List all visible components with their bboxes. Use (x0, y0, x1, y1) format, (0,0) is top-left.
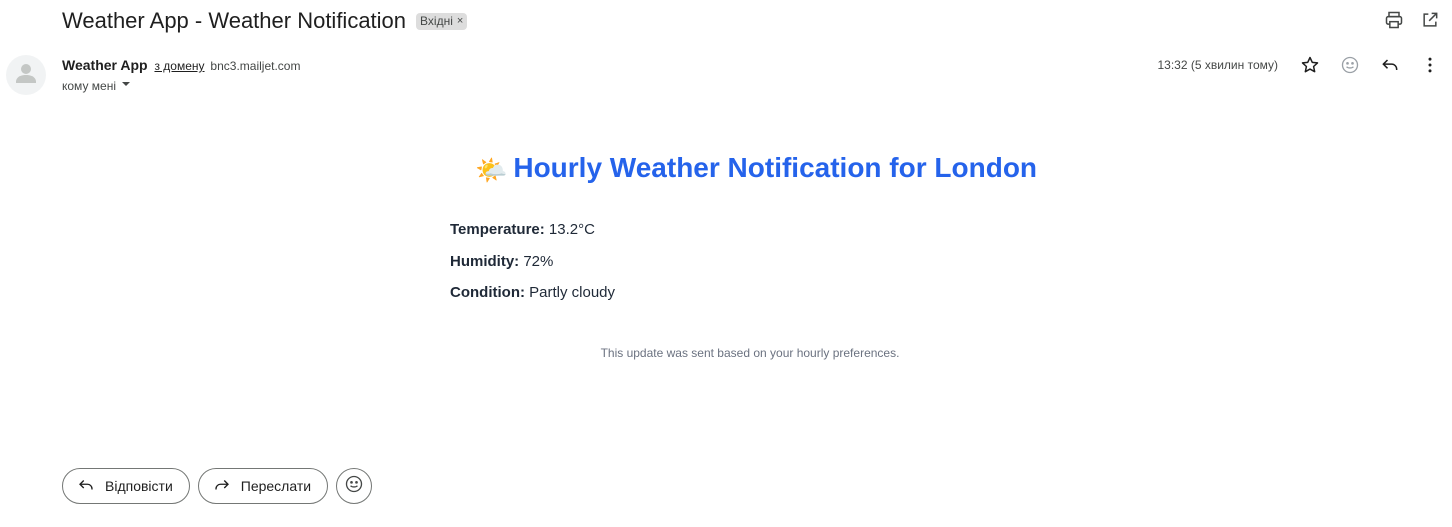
emoji-icon[interactable] (1340, 55, 1360, 75)
message-time: 13:32 (5 хвилин тому) (1157, 58, 1278, 72)
avatar[interactable] (6, 55, 46, 95)
condition-value: Partly cloudy (529, 284, 616, 301)
sender-line: Weather App з домену bnc3.mailjet.com (62, 57, 300, 73)
remove-label-icon[interactable]: × (457, 15, 463, 27)
sun-cloud-icon: 🌤️ (474, 155, 508, 185)
via-domain: bnc3.mailjet.com (210, 59, 301, 73)
humidity-value: 72% (523, 253, 554, 270)
top-actions (1384, 10, 1440, 30)
condition-label: Condition: (450, 284, 525, 301)
reply-icon[interactable] (1380, 55, 1400, 75)
temperature-row: Temperature: 13.2°C (450, 221, 595, 238)
forward-icon (213, 476, 231, 497)
condition-row: Condition: Partly cloudy (450, 284, 615, 301)
footer-note: This update was sent based on your hourl… (600, 346, 900, 360)
recipient-text: кому мені (62, 78, 116, 93)
more-vert-icon[interactable] (1420, 55, 1440, 75)
emoji-icon (344, 474, 364, 499)
humidity-row: Humidity: 72% (450, 253, 553, 270)
star-icon[interactable] (1300, 55, 1320, 75)
inbox-label-chip[interactable]: Вхідні × (416, 12, 468, 30)
humidity-label: Humidity: (450, 253, 520, 270)
forward-button[interactable]: Переслати (197, 468, 329, 504)
forward-button-label: Переслати (240, 478, 312, 494)
person-icon (6, 55, 46, 95)
email-title: 🌤️ Hourly Weather Notification for London (0, 152, 1452, 186)
reply-icon (77, 476, 95, 497)
reply-button-label: Відповісти (105, 478, 173, 494)
reply-button[interactable]: Відповісти (62, 468, 190, 504)
dropdown-arrow-icon (120, 78, 132, 93)
email-title-text: Hourly Weather Notification for London (513, 152, 1038, 183)
emoji-reaction-button[interactable] (336, 468, 373, 504)
inbox-label-text: Вхідні (420, 14, 453, 28)
sender-name[interactable]: Weather App (62, 57, 148, 73)
email-subject: Weather App - Weather Notification (62, 8, 407, 33)
via-link[interactable]: з домену (154, 59, 204, 73)
open-new-window-icon[interactable] (1420, 10, 1440, 30)
temperature-label: Temperature: (450, 221, 545, 238)
message-meta: 13:32 (5 хвилин тому) (1157, 55, 1440, 75)
bottom-actions: Відповісти Переслати (62, 468, 373, 504)
recipient-toggle[interactable]: кому мені (62, 78, 132, 93)
email-subject-row: Weather App - Weather Notification Вхідн… (62, 6, 468, 36)
temperature-value: 13.2°C (548, 221, 595, 238)
print-icon[interactable] (1384, 10, 1404, 30)
